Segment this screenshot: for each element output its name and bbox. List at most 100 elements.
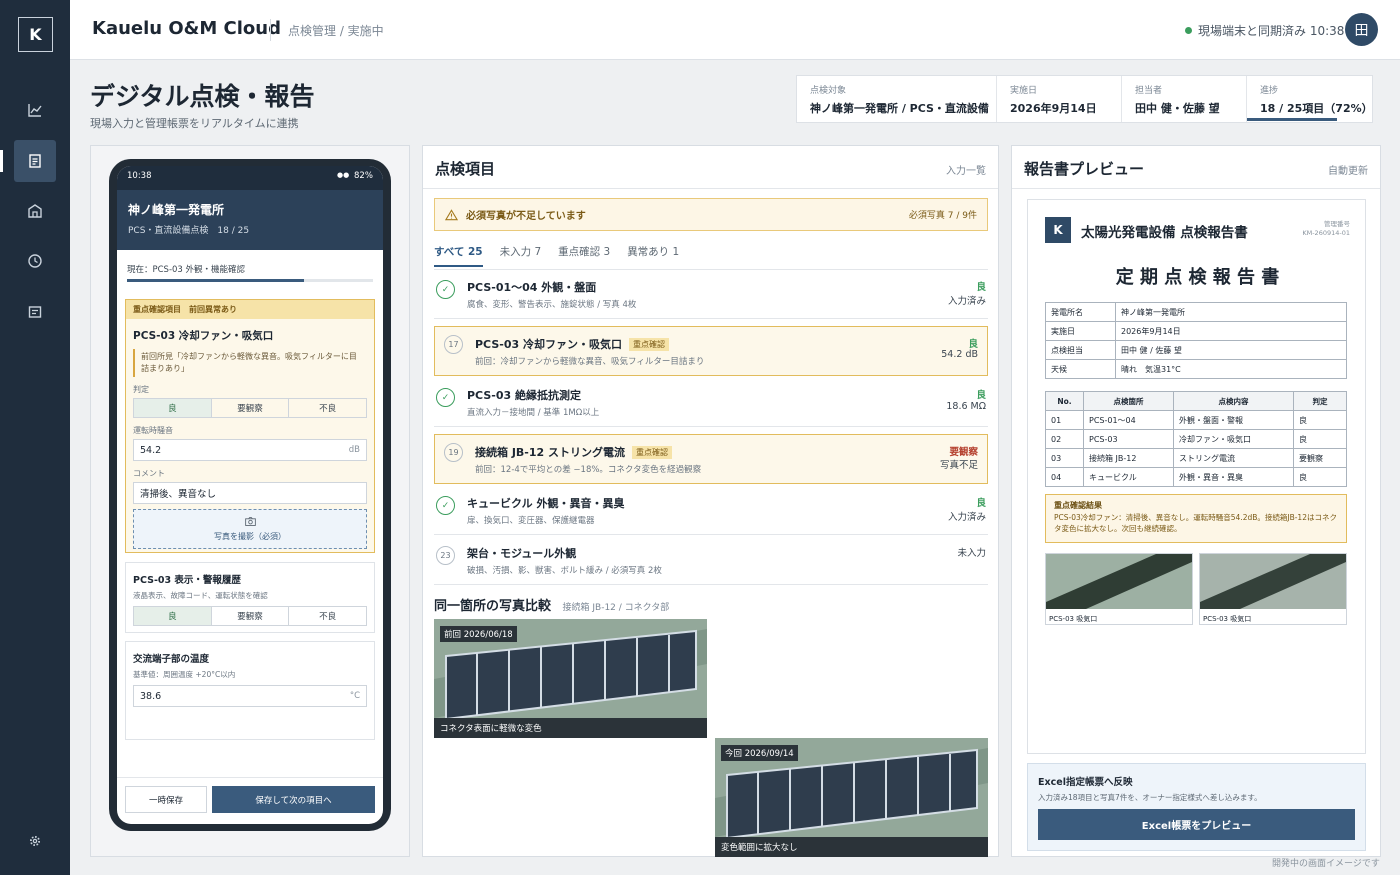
tab-unentered[interactable]: 未入力 7 [500, 244, 542, 267]
comment-input[interactable]: 清掃後、異音なし [133, 482, 367, 504]
photo-current[interactable]: 今回 2026/09/14 変色範囲に拡大なし [715, 738, 988, 857]
current-item: 現在：PCS-03 外観・機能確認 [127, 265, 246, 275]
phone-status-bar: 10:38 ●● 82% [117, 166, 383, 190]
temp-input[interactable]: 38.6 °C [133, 685, 367, 707]
noise-unit: dB [348, 445, 360, 455]
focus-tag: 重点確認 [628, 338, 669, 351]
compare-title: 同一箇所の写真比較 [434, 599, 552, 614]
excel-desc: 入力済み18項目と写真7件を、オーナー指定様式へ差し込みます。 [1038, 793, 1262, 802]
item-desc: 前回：冷却ファンから軽微な異音、吸気フィルター目詰まり [475, 357, 705, 367]
judge-good[interactable]: 良 [134, 399, 212, 417]
building-icon [28, 204, 42, 218]
list-item[interactable]: 23 架台・モジュール外観 破損、汚損、影、獣害、ボルト緩み / 必須写真 2枚… [434, 539, 988, 585]
item-title: PCS-03 絶縁抵抗測定 [467, 389, 581, 402]
tab-abnormal[interactable]: 異常あり 1 [627, 244, 679, 267]
noise-input[interactable]: 54.2 dB [133, 439, 367, 461]
card2-bad[interactable]: 不良 [289, 607, 366, 625]
sidebar: K [0, 0, 70, 875]
report-document: K 太陽光発電設備 点検報告書 管理番号 KM-260914-01 定 期 点 検… [1027, 199, 1366, 754]
temp-save-button[interactable]: 一時保存 [125, 786, 207, 813]
report-photo: PCS-03 吸気口 [1199, 553, 1347, 625]
item-desc: 破損、汚損、影、獣害、ボルト緩み / 必須写真 2枚 [467, 566, 662, 576]
display-alarm-card: PCS-03 表示・警報履歴 液晶表示、故障コード、運転状態を確認 良 要観察 … [125, 562, 375, 633]
item-value: 写真不足 [939, 460, 978, 471]
photo-previous[interactable]: 前回 2026/06/18 コネクタ表面に軽微な変色 [434, 619, 707, 738]
list-item[interactable]: ✓ PCS-03 絶縁抵抗測定 直流入力－接地間 / 基準 1MΩ以上 良 18… [434, 381, 988, 427]
judge-label: 判定 [133, 385, 149, 394]
table-row: 01 PCS-01〜04 外観・盤面・警報良 [1045, 410, 1347, 430]
tabs-divider [434, 269, 988, 270]
item-desc: 直流入力－接地間 / 基準 1MΩ以上 [467, 408, 600, 418]
card3-desc: 基準値：周囲温度 +20°C以内 [133, 670, 236, 679]
excel-preview-button[interactable]: Excel帳票をプレビュー [1038, 809, 1355, 840]
meta-value: 神ノ峰第一発電所 / PCS・直流設備 [810, 102, 989, 115]
card2-judge-selector: 良 要観察 不良 [133, 606, 367, 626]
meta-value: 18 / 25項目（72%） [1260, 102, 1373, 115]
card2-desc: 液晶表示、故障コード、運転状態を確認 [133, 591, 268, 600]
judge-observe[interactable]: 要観察 [212, 399, 290, 417]
header-divider [270, 19, 271, 41]
warning-text: 必須写真が不足しています [466, 211, 586, 222]
nav-reports[interactable] [14, 291, 56, 333]
input-list-link[interactable]: 入力一覧 [946, 162, 986, 177]
item-desc: 前回：12-4で平均との差 −18%。コネクタ変色を経過観察 [475, 465, 702, 475]
focus-title: PCS-03 冷却ファン・吸気口 [133, 330, 274, 342]
photo-date: 今回 2026/09/14 [721, 745, 798, 761]
report-preview-panel: 報告書プレビュー 自動更新 K 太陽光発電設備 点検報告書 管理番号 KM-260… [1011, 145, 1381, 857]
meta-value: 田中 健・佐藤 望 [1135, 102, 1220, 115]
breadcrumb[interactable]: 点検管理 / 実施中 [288, 22, 384, 39]
card2-good[interactable]: 良 [134, 607, 212, 625]
footer-note: 開発中の画面イメージです [1272, 859, 1380, 869]
judge-bad[interactable]: 不良 [289, 399, 366, 417]
site-sub: PCS・直流設備点検 18 / 25 [128, 226, 250, 236]
comment-value: 清掃後、異音なし [140, 489, 217, 500]
gear-icon [29, 835, 41, 847]
list-item-focus[interactable]: 17 PCS-03 冷却ファン・吸気口 重点確認 前回：冷却ファンから軽微な異音、… [434, 326, 988, 376]
nav-settings[interactable] [14, 820, 56, 862]
nav-history[interactable] [14, 240, 56, 282]
save-next-button[interactable]: 保存して次の項目へ [212, 786, 375, 813]
item-status: 要観察 [949, 447, 978, 458]
card2-title: PCS-03 表示・警報履歴 [133, 575, 241, 586]
phone-progress-fill [127, 279, 305, 282]
noise-label: 運転時騒音 [133, 426, 173, 435]
report-logo: K [1045, 217, 1071, 243]
tab-focus[interactable]: 重点確認 3 [558, 244, 610, 267]
sync-dot-icon [1185, 27, 1192, 34]
nav-active-indicator [0, 150, 3, 172]
warning-icon [445, 208, 458, 220]
auto-update-label: 自動更新 [1328, 166, 1368, 177]
list-item[interactable]: ✓ キュービクル 外観・異音・異臭 扉、換気口、変圧器、保護継電器 良 入力済み [434, 489, 988, 535]
tab-all[interactable]: すべて 25 [434, 244, 483, 267]
table-row: 03 接続箱 JB-12 ストリング電流 要観察 [1045, 448, 1347, 468]
card3-title: 交流端子部の温度 [133, 654, 210, 665]
inspection-items-panel: 点検項目 入力一覧 必須写真が不足しています 必須写真 7 / 9件 すべて 2… [422, 145, 999, 857]
phone-screen: 10:38 ●● 82% 神ノ峰第一発電所 PCS・直流設備点検 18 / 25… [117, 166, 383, 824]
list-item[interactable]: ✓ PCS-01〜04 外観・盤面 腐食、変形、警告表示、施錠状態 / 写真 4… [434, 273, 988, 319]
page-subtitle: 現場入力と管理帳票をリアルタイムに連携 [90, 117, 299, 130]
user-avatar[interactable]: 田 [1345, 13, 1378, 46]
site-name: 神ノ峰第一発電所 [128, 203, 225, 217]
report-heading: 定 期 点 検 報 告 書 [1115, 267, 1280, 288]
item-value: 54.2 dB [941, 349, 978, 360]
result-title: 重点確認結果 [1054, 501, 1102, 510]
meta-target: 点検対象 神ノ峰第一発電所 / PCS・直流設備 [797, 76, 997, 122]
item-value: 未入力 [957, 548, 986, 559]
report-results-table: No. 点検箇所 点検内容 判定 01 PCS-01〜04 外観・盤面・警報良 02 PCS… [1045, 391, 1347, 487]
card2-observe[interactable]: 要観察 [212, 607, 290, 625]
app-name: Kauelu O&M Cloud [92, 18, 281, 39]
temp-unit: °C [349, 691, 360, 701]
compare-subtitle: 接続箱 JB-12 / コネクタ部 [562, 603, 670, 613]
list-item-focus[interactable]: 19 接続箱 JB-12 ストリング電流 重点確認 前回：12-4で平均との差 −… [434, 434, 988, 484]
focus-item-card: 重点確認項目 前回異常あり PCS-03 冷却ファン・吸気口 前回所見「冷却ファ… [125, 299, 375, 553]
panel-divider [423, 188, 998, 189]
nav-analytics[interactable] [14, 89, 56, 131]
photo-capture-button[interactable]: 写真を撮影（必須） [133, 509, 367, 549]
nav-inspection[interactable] [14, 140, 56, 182]
signal-icon: ●● [337, 171, 350, 179]
table-row: 天候 晴れ 気温31°C [1045, 359, 1347, 379]
photo-warning-banner: 必須写真が不足しています 必須写真 7 / 9件 [434, 198, 988, 231]
app-logo[interactable]: K [18, 17, 53, 52]
photo-caption: PCS-03 吸気口 [1203, 615, 1252, 623]
nav-facilities[interactable] [14, 190, 56, 232]
